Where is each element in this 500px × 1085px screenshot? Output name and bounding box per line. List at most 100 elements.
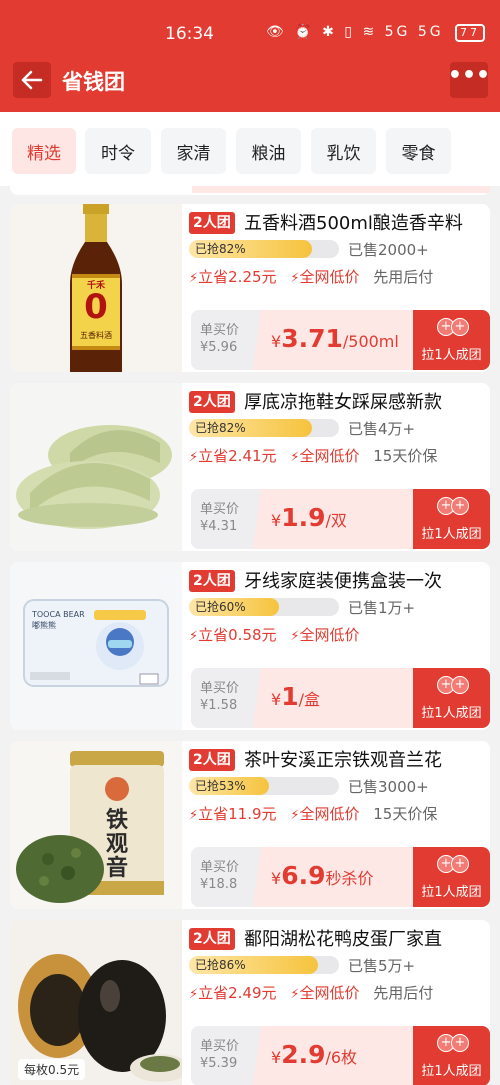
product-title[interactable]: 厚底凉拖鞋女踩屎感新款: [244, 388, 442, 414]
price-bar[interactable]: 单买价 ¥5.39 ¥2.9/6枚 + + 拉1人成团: [191, 1026, 490, 1085]
yen-symbol: ¥: [271, 1048, 282, 1067]
group-badge: 2人团: [189, 570, 235, 592]
avatar-icons: + +: [437, 318, 471, 336]
group-price: ¥3.71/500ml: [271, 324, 399, 353]
product-title[interactable]: 五香料酒500ml酿造香辛料: [244, 209, 463, 235]
sold-count: 已售4万+: [348, 420, 416, 438]
progress-text: 已抢53%: [195, 779, 246, 793]
single-price-label: 单买价: [200, 681, 240, 696]
benefit-extra: 先用后付: [373, 984, 434, 1002]
product-image[interactable]: 千禾 0 五香料酒: [10, 204, 182, 372]
more-button[interactable]: •••: [448, 62, 490, 98]
join-group-label: 拉1人成团: [421, 348, 482, 363]
single-price-label: 单买价: [200, 860, 240, 875]
join-group-button[interactable]: + + 拉1人成团: [413, 310, 490, 370]
product-list: 千禾 0 五香料酒 2人团 五香料酒500ml酿造香辛料 已抢82% 已售200…: [0, 186, 500, 1085]
tab-ruyin[interactable]: 乳饮: [311, 128, 376, 174]
sold-count: 已售2000+: [348, 241, 429, 259]
price-bar[interactable]: 单买价 ¥18.8 ¥6.9秒杀价 + + 拉1人成团: [191, 847, 490, 907]
tab-jingxuan[interactable]: 精选: [12, 128, 76, 174]
group-price-value: 2.9: [281, 1040, 326, 1069]
status-bar: 16:34 👁 ⏰ ✱ ▯ ≋ 5G 5G 77: [0, 0, 500, 62]
sold-count: 已售1万+: [348, 599, 416, 617]
join-group-button[interactable]: + + 拉1人成团: [413, 489, 490, 549]
product-image[interactable]: TOOCA BEAR 嘟熊熊: [10, 562, 182, 730]
yen-symbol: ¥: [271, 511, 282, 530]
product-card[interactable]: TOOCA BEAR 嘟熊熊 2人团 牙线家庭装便携盒装一次 已抢60% 已售1…: [10, 562, 490, 730]
avatar-icons: + +: [437, 1034, 471, 1052]
floss-box-image: [10, 562, 182, 730]
price-bar[interactable]: 单买价 ¥5.96 ¥3.71/500ml + + 拉1人成团: [191, 310, 490, 370]
single-price-box: 单买价 ¥5.39: [191, 1026, 261, 1085]
product-image[interactable]: 铁观音: [10, 741, 182, 909]
single-price-label: 单买价: [200, 323, 240, 338]
tab-liangyou[interactable]: 粮油: [236, 128, 301, 174]
tea-can-image: [10, 741, 182, 909]
group-price-value: 1: [281, 682, 299, 711]
sales-progress: 已抢53%: [189, 777, 339, 795]
benefit-tags: ⚡立省0.58元 ⚡全网低价: [189, 624, 368, 645]
sales-progress: 已抢60%: [189, 598, 339, 616]
group-price: ¥1.9/双: [271, 503, 347, 532]
benefit-saving: 立省2.49元: [198, 984, 277, 1002]
product-title[interactable]: 鄱阳湖松花鸭皮蛋厂家直: [244, 925, 442, 951]
product-title[interactable]: 茶叶安溪正宗铁观音兰花: [244, 746, 442, 772]
price-unit: 秒杀价: [325, 869, 374, 888]
group-badge: 2人团: [189, 928, 235, 950]
benefit-saving: 立省11.9元: [198, 805, 277, 823]
join-group-button[interactable]: + + 拉1人成团: [413, 847, 490, 907]
price-unit: /双: [325, 511, 347, 530]
benefit-saving: 立省0.58元: [198, 626, 277, 644]
single-price-value: ¥1.58: [200, 698, 238, 713]
tea-can-label: 铁观音: [106, 808, 129, 881]
price-unit: /6枚: [325, 1048, 358, 1067]
price-bar[interactable]: 单买价 ¥1.58 ¥1/盒 + + 拉1人成团: [191, 668, 490, 728]
tab-jiaqing[interactable]: 家清: [161, 128, 226, 174]
tab-lingshi[interactable]: 零食: [386, 128, 451, 174]
join-group-button[interactable]: + + 拉1人成团: [413, 1026, 490, 1085]
single-price-value: ¥18.8: [200, 877, 238, 892]
price-bar[interactable]: 单买价 ¥4.31 ¥1.9/双 + + 拉1人成团: [191, 489, 490, 549]
benefit-extra: 15天价保: [373, 805, 438, 823]
bolt-icon: ⚡: [189, 629, 199, 644]
join-group-button[interactable]: + + 拉1人成团: [413, 668, 490, 728]
top-bar: 16:34 👁 ⏰ ✱ ▯ ≋ 5G 5G 77 省钱团 •••: [0, 0, 500, 112]
product-card[interactable]: 每枚0.5元 2人团 鄱阳湖松花鸭皮蛋厂家直 已抢86% 已售5万+ ⚡立省2.…: [10, 920, 490, 1085]
page-title: 省钱团: [62, 70, 125, 94]
previous-card-edge: [10, 186, 490, 195]
single-price-label: 单买价: [200, 1039, 240, 1054]
price-unit: /500ml: [342, 332, 399, 351]
benefit-lowest: 全网低价: [299, 805, 360, 823]
single-price-box: 单买价 ¥5.96: [191, 310, 261, 370]
tab-shiling[interactable]: 时令: [85, 128, 151, 174]
single-price-box: 单买价 ¥1.58: [191, 668, 261, 728]
single-price-box: 单买价 ¥4.31: [191, 489, 261, 549]
product-card[interactable]: 2人团 厚底凉拖鞋女踩屎感新款 已抢82% 已售4万+ ⚡立省2.41元 ⚡全网…: [10, 383, 490, 551]
avatar-icons: + +: [437, 497, 471, 515]
benefit-saving: 立省2.41元: [198, 447, 277, 465]
benefit-tags: ⚡立省11.9元 ⚡全网低价 15天价保: [189, 803, 446, 824]
benefit-lowest: 全网低价: [299, 984, 360, 1002]
product-image[interactable]: 每枚0.5元: [10, 920, 182, 1085]
product-title[interactable]: 牙线家庭装便携盒装一次: [244, 567, 442, 593]
single-price-label: 单买价: [200, 502, 240, 517]
sales-progress: 已抢82%: [189, 419, 339, 437]
bolt-icon: ⚡: [189, 808, 199, 823]
price-unit: /盒: [298, 690, 320, 709]
benefit-lowest: 全网低价: [299, 268, 360, 286]
group-price: ¥6.9秒杀价: [271, 861, 374, 890]
bolt-icon: ⚡: [189, 987, 199, 1002]
yen-symbol: ¥: [271, 332, 282, 351]
status-icons-text: 👁 ⏰ ✱ ▯ ≋ 5G 5G: [266, 24, 444, 40]
progress-text: 已抢86%: [195, 958, 246, 972]
back-button[interactable]: [13, 62, 51, 98]
product-card[interactable]: 千禾 0 五香料酒 2人团 五香料酒500ml酿造香辛料 已抢82% 已售200…: [10, 204, 490, 372]
benefit-lowest: 全网低价: [299, 447, 360, 465]
single-price-value: ¥5.39: [200, 1056, 238, 1071]
benefit-tags: ⚡立省2.41元 ⚡全网低价 15天价保: [189, 445, 446, 466]
product-card[interactable]: 铁观音 2人团 茶叶安溪正宗铁观音兰花 已抢53% 已售3000+ ⚡立省11.…: [10, 741, 490, 909]
status-time: 16:34: [165, 24, 214, 44]
yen-symbol: ¥: [271, 690, 282, 709]
product-image[interactable]: [10, 383, 182, 551]
benefit-tags: ⚡立省2.49元 ⚡全网低价 先用后付: [189, 982, 442, 1003]
